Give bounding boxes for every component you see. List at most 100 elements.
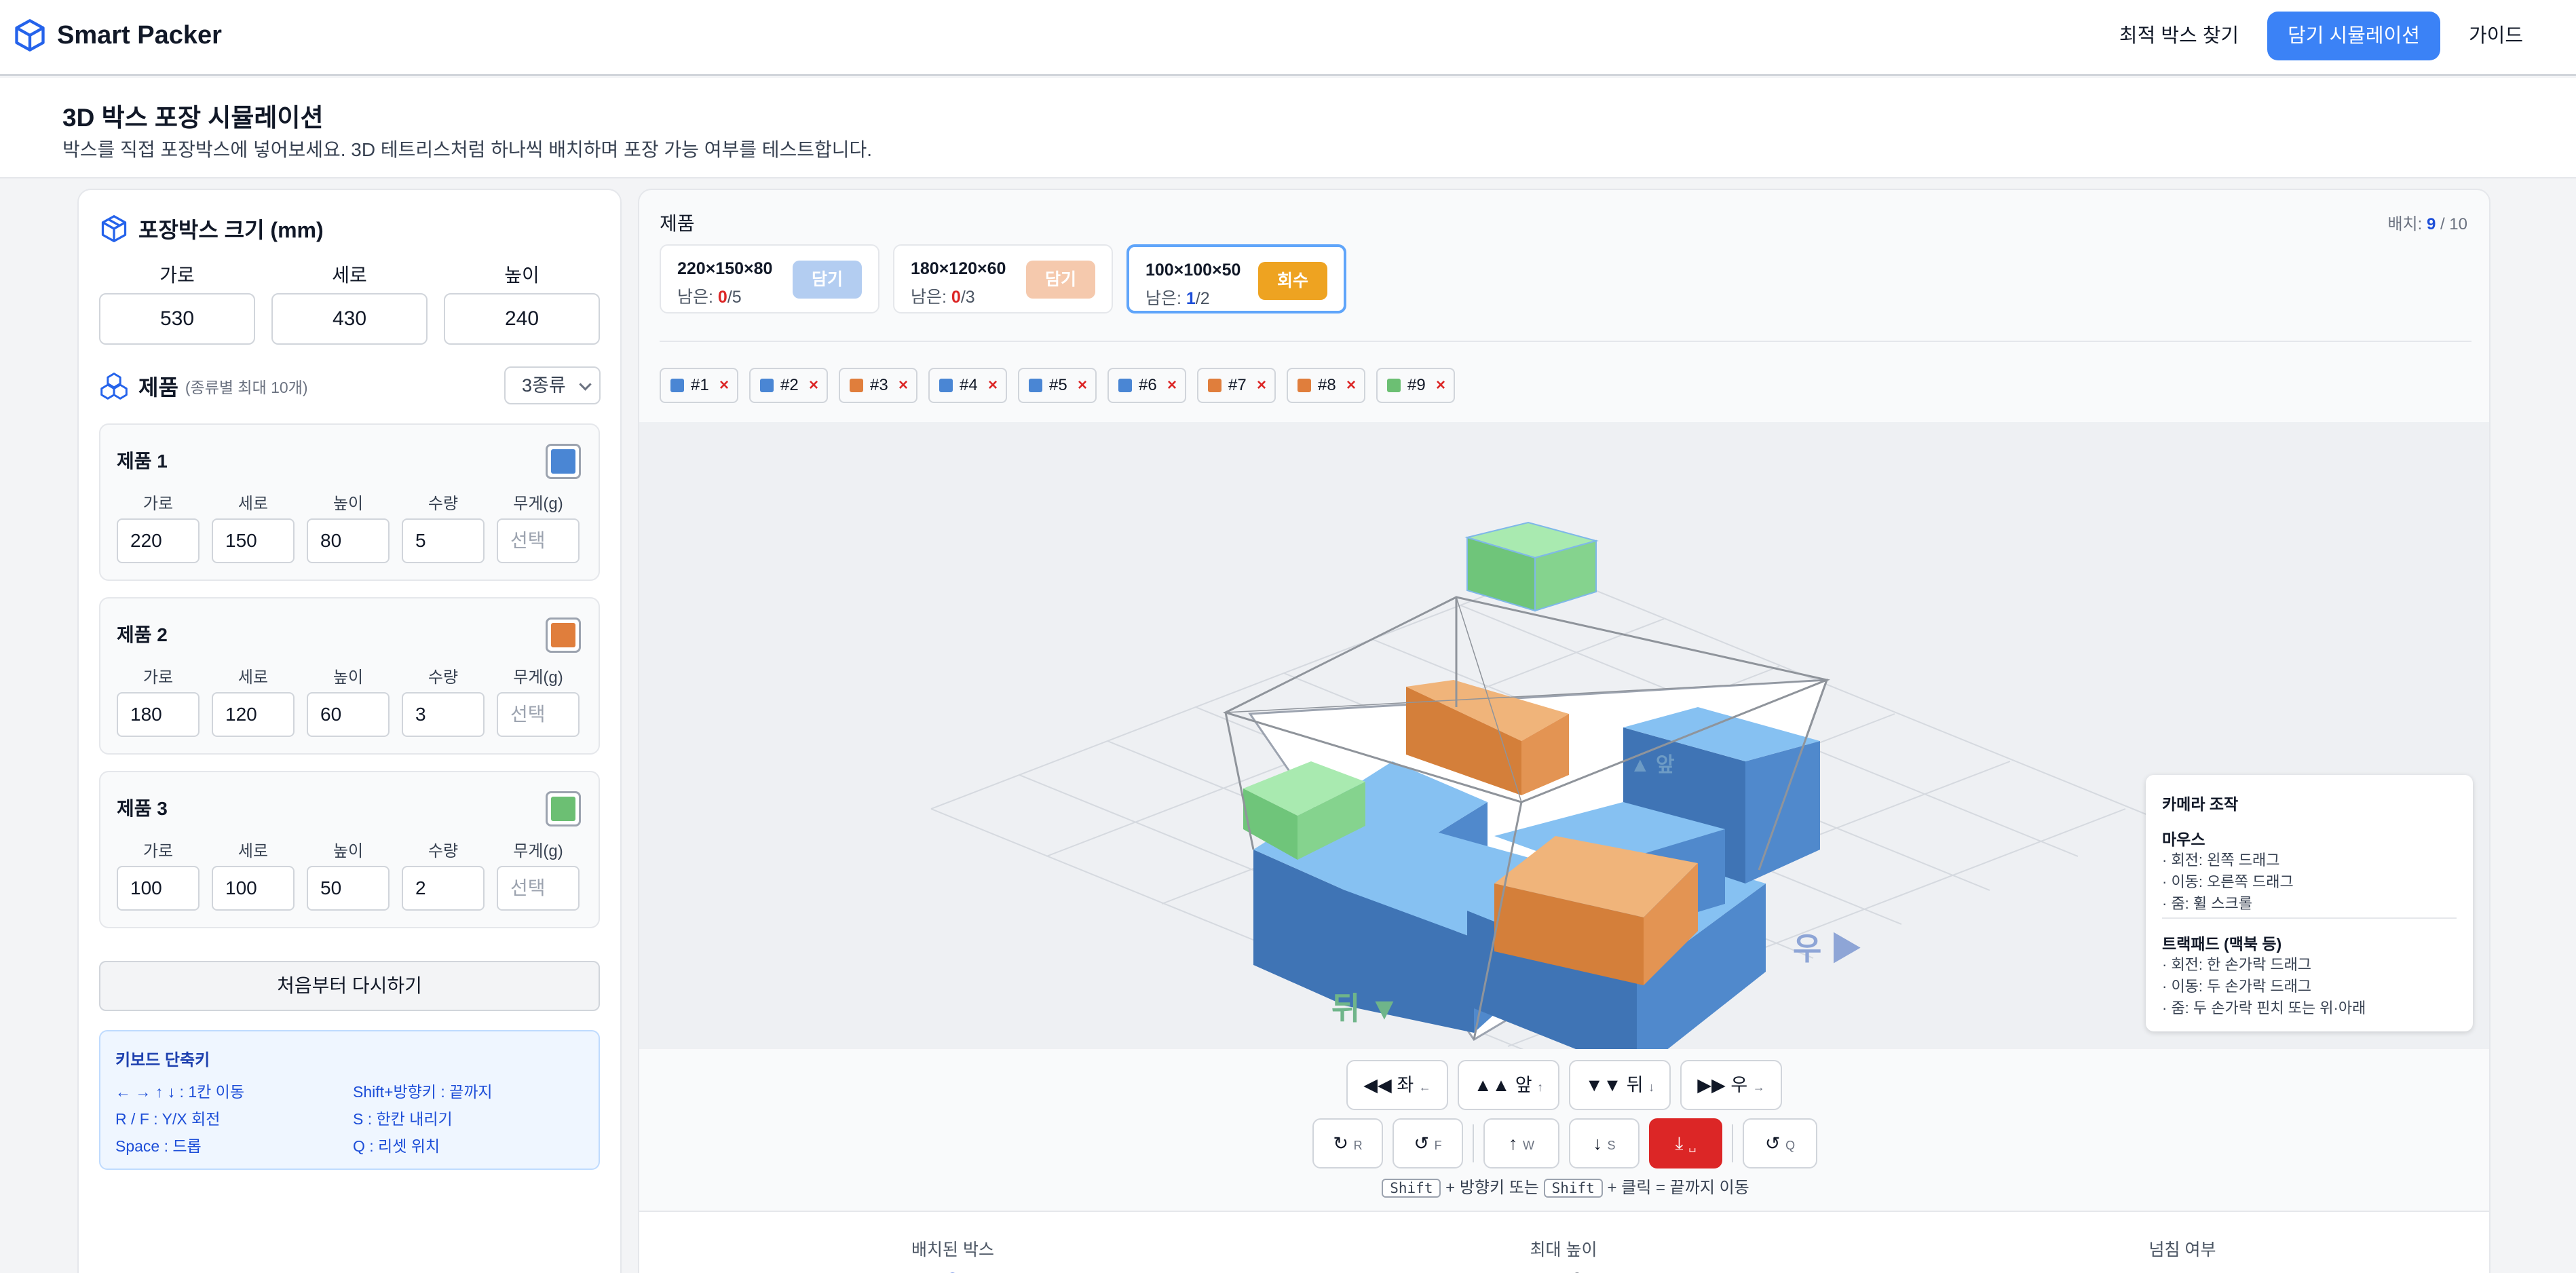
move-right-button[interactable]: ▶▶ 우 → [1680,1060,1782,1110]
placed-chip-3[interactable]: #3 × [839,368,917,403]
weight-input[interactable]: 선택 [497,692,580,737]
step-down-button[interactable]: ↓ S [1569,1118,1640,1168]
weight-input[interactable]: 선택 [497,518,580,563]
move-back-button[interactable]: ▼▼ 뒤 ↓ [1569,1060,1671,1110]
width-input[interactable]: 100 [117,866,200,911]
product-name: 제품 2 [117,624,168,645]
field-label: 가로 [143,495,174,513]
chip-color [1118,379,1132,392]
chip-label: #6 [1139,376,1157,394]
placed-chip-7[interactable]: #7 × [1197,368,1276,403]
box-width-input[interactable]: 530 [99,293,255,345]
weight-input[interactable]: 선택 [497,866,580,911]
box-height-input[interactable]: 240 [444,293,600,345]
product-card-100x100x50[interactable]: 100×100×50 남은: 1/2 회수 [1126,244,1346,314]
remove-icon[interactable]: × [1436,369,1445,402]
trackpad-heading: 트랙패드 (맥북 등) [2162,935,2282,953]
placed-counter: 배치: 9 / 10 [2387,215,2467,233]
mouse-heading: 마우스 [2162,831,2205,848]
add-button[interactable]: 담기 [1026,261,1095,299]
placed-chip-1[interactable]: #1 × [660,368,738,403]
rotate-y-button[interactable]: ↻ R [1312,1118,1383,1168]
width-input[interactable]: 180 [117,692,200,737]
placed-chip-2[interactable]: #2 × [749,368,828,403]
remove-icon[interactable]: × [1167,369,1177,402]
box-depth-label: 세로 [332,265,367,286]
active-box-green[interactable] [1464,521,1599,612]
depth-input[interactable]: 100 [212,866,295,911]
product-name: 제품 1 [117,451,168,472]
nav-packing-simulation[interactable]: 담기 시뮬레이션 [2267,12,2440,60]
color-picker[interactable] [546,791,581,826]
move-left-button[interactable]: ◀◀ 좌 ← [1346,1060,1448,1110]
shortcut-item: R / F : Y/X 회전 [115,1110,221,1128]
quantity-input[interactable]: 3 [402,692,485,737]
chip-label: #5 [1049,376,1067,394]
move-front-button[interactable]: ▲▲ 앞 ↑ [1458,1060,1559,1110]
width-input[interactable]: 220 [117,518,200,563]
product-card-180x120x60[interactable]: 180×120×60 남은: 0/3 담기 [893,244,1113,314]
chip-label: #1 [691,376,709,394]
nav-guide[interactable]: 가이드 [2448,12,2543,60]
placed-chip-5[interactable]: #5 × [1018,368,1097,403]
logo[interactable]: Smart Packer [12,18,222,53]
box-depth-input[interactable]: 430 [271,293,428,345]
box-width-label: 가로 [159,265,195,286]
placed-chip-8[interactable]: #8 × [1287,368,1365,403]
height-input[interactable]: 60 [307,692,390,737]
field-label: 수량 [428,842,459,860]
remove-icon[interactable]: × [988,369,998,402]
restart-button[interactable]: 처음부터 다시하기 [99,961,600,1011]
height-input[interactable]: 80 [307,518,390,563]
field-label: 무게(g) [513,842,563,860]
page-subtitle: 박스를 직접 포장박스에 넣어보세요. 3D 테트리스처럼 하나씩 배치하며 포… [62,139,873,160]
reset-position-button[interactable]: ↺ Q [1743,1118,1817,1168]
camera-help-line: · 줌: 휠 스크롤 [2162,895,2252,912]
rotate-x-button[interactable]: ↺ F [1393,1118,1463,1168]
remove-icon[interactable]: × [898,369,908,402]
placed-chip-4[interactable]: #4 × [928,368,1007,403]
camera-help: 카메라 조작 마우스 · 회전: 왼쪽 드래그 · 이동: 오른쪽 드래그 · … [2146,775,2473,1031]
color-picker[interactable] [546,618,581,653]
field-label: 세로 [238,842,269,860]
depth-input[interactable]: 150 [212,518,295,563]
retrieve-button[interactable]: 회수 [1258,262,1327,300]
shift-key: Shift [1543,1179,1603,1198]
field-label: 수량 [428,495,459,513]
placed-chip-9[interactable]: #9 × [1376,368,1455,403]
chip-label: #9 [1407,376,1426,394]
product-type-select[interactable]: 3종류 [504,366,601,404]
color-picker[interactable] [546,444,581,479]
quantity-input[interactable]: 2 [402,866,485,911]
remove-icon[interactable]: × [1346,369,1356,402]
box-height-label: 높이 [504,265,539,286]
box-icon [101,215,127,242]
lift-up-button[interactable]: ↑ W [1483,1118,1559,1168]
settings-panel: 포장박스 크기 (mm) 가로 세로 높이 530 430 240 제품 (종류… [77,189,622,1273]
remove-icon[interactable]: × [1257,369,1266,402]
remove-icon[interactable]: × [1078,369,1087,402]
field-label: 세로 [238,495,269,513]
chip-color [1029,379,1042,392]
chip-color [670,379,684,392]
quantity-input[interactable]: 5 [402,518,485,563]
camera-help-line: · 이동: 오른쪽 드래그 [2162,873,2294,890]
product-card-220x150x80[interactable]: 220×150×80 남은: 0/5 담기 [660,244,879,314]
remove-icon[interactable]: × [809,369,818,402]
placed-chip-6[interactable]: #6 × [1107,368,1186,403]
field-label: 높이 [333,495,364,513]
product-dims: 220×150×80 [677,259,773,278]
depth-input[interactable]: 120 [212,692,295,737]
field-label: 무게(g) [513,495,563,513]
nav-find-best-box[interactable]: 최적 박스 찾기 [2099,12,2259,60]
divider [2162,917,2457,919]
height-input[interactable]: 50 [307,866,390,911]
color-swatch [551,449,575,474]
add-button[interactable]: 담기 [793,261,862,299]
chip-label: #2 [780,376,799,394]
drop-button[interactable]: ⤓ ␣ [1649,1118,1722,1168]
remove-icon[interactable]: × [719,369,729,402]
drop-icon: ⤓ [1675,1133,1684,1154]
chip-color [760,379,774,392]
3d-viewport[interactable]: ▲ 앞 뒤 ▼ 우 ▶ 카메라 조작 마우스 · 회전: 왼쪽 드래그 · 이동… [639,422,2489,1049]
